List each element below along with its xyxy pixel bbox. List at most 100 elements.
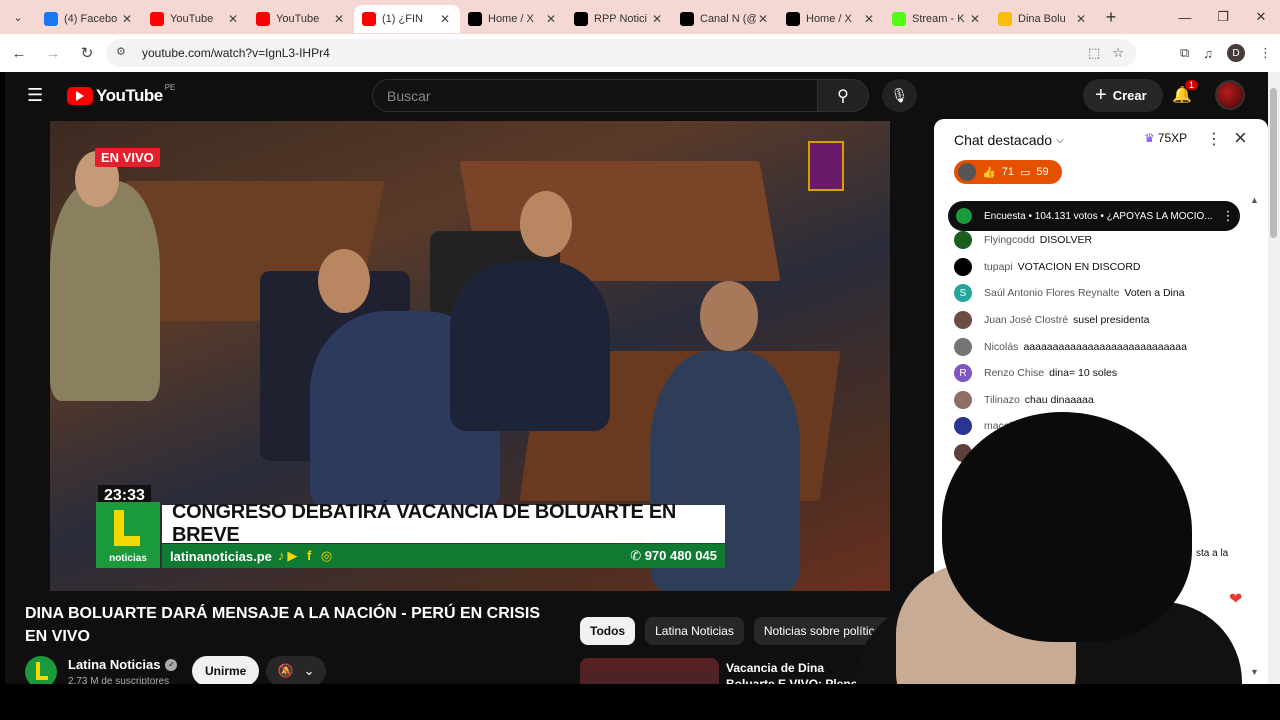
chat-author[interactable]: Saúl Antonio Flores Reynalte <box>984 287 1119 299</box>
minimize-icon[interactable]: — <box>1166 0 1204 34</box>
chat-message[interactable]: Flyingcodd DISOLVER <box>954 227 1244 254</box>
crown-icon: ♛ <box>1144 131 1155 145</box>
chat-author-avatar[interactable] <box>954 231 972 250</box>
browser-tab[interactable]: YouTube ✕ <box>142 5 248 33</box>
chat-author[interactable]: Tilinazo <box>984 394 1020 406</box>
recommendation-chips: Todos Latina Noticias Noticias sobre polít… <box>580 617 892 645</box>
browser-tab[interactable]: (4) Facebo ✕ <box>36 5 142 33</box>
search-input[interactable]: Buscar <box>372 79 818 112</box>
join-button[interactable]: Unirme <box>192 656 260 686</box>
chat-message[interactable]: Tilinazo chau dinaaaaa <box>954 387 1244 414</box>
filter-chip[interactable]: Todos <box>580 617 636 645</box>
close-tab-icon[interactable]: ✕ <box>120 12 134 26</box>
page-scrollbar[interactable] <box>1268 72 1280 684</box>
close-window-icon[interactable]: ✕ <box>1242 0 1280 34</box>
reload-button[interactable]: ↻ <box>72 38 102 68</box>
engagement-pill[interactable]: 👍 71 ▭ 59 <box>954 160 1062 184</box>
window-controls: — ❐ ✕ <box>1166 0 1280 34</box>
chat-author-avatar[interactable] <box>954 311 972 330</box>
browser-menu-icon[interactable]: ⋮ <box>1259 45 1272 61</box>
chat-author[interactable]: Nicolás <box>984 341 1018 353</box>
close-tab-icon[interactable]: ✕ <box>332 12 346 26</box>
hamburger-menu-icon[interactable]: ☰ <box>27 85 47 106</box>
account-avatar[interactable] <box>1215 80 1245 110</box>
voice-search-button[interactable]: 🎙 <box>882 79 917 112</box>
install-app-icon[interactable]: ⬚ <box>1088 45 1100 61</box>
plus-icon: + <box>1095 84 1107 106</box>
browser-tab[interactable]: RPP Notici ✕ <box>566 5 672 33</box>
chat-scroll-up-icon[interactable]: ▲ <box>1250 195 1259 205</box>
scene-head <box>318 249 370 313</box>
browser-tab[interactable]: (1) ¿FIN ✕ <box>354 5 460 33</box>
browser-tab[interactable]: Canal N (@ ✕ <box>672 5 778 33</box>
youtube-logo[interactable]: YouTube PE <box>67 83 175 106</box>
chevron-down-icon: ⌄ <box>303 663 315 678</box>
close-tab-icon[interactable]: ✕ <box>544 12 558 26</box>
chat-more-icon[interactable]: ⋮ <box>1206 129 1222 149</box>
forward-button[interactable]: → <box>38 38 68 68</box>
media-control-icon[interactable]: ♫ <box>1203 46 1213 61</box>
scene-person <box>50 181 160 401</box>
close-chat-icon[interactable]: × <box>1234 125 1247 151</box>
chat-message[interactable]: Nicolás aaaaaaaaaaaaaaaaaaaaaaaaaaaa <box>954 333 1244 360</box>
recommendation-thumbnail[interactable] <box>580 658 719 684</box>
comments-count: 59 <box>1036 166 1049 178</box>
close-tab-icon[interactable]: ✕ <box>650 12 664 26</box>
restore-icon[interactable]: ❐ <box>1204 0 1242 34</box>
chat-author-avatar[interactable]: S <box>954 284 972 303</box>
scrollbar-thumb[interactable] <box>1270 88 1277 238</box>
create-button[interactable]: + Crear <box>1083 79 1163 112</box>
recommendation-title[interactable]: Vacancia de Dina Boluarte E VIVO: Pleno … <box>726 660 876 684</box>
site-info-icon[interactable]: ⚙ <box>116 45 132 61</box>
chat-message[interactable]: S Saúl Antonio Flores Reynalte Voten a Din… <box>954 280 1244 307</box>
chat-author-avatar[interactable] <box>954 257 972 276</box>
browser-tab[interactable]: Dina Bolu ✕ <box>990 5 1096 33</box>
browser-tab[interactable]: Home / X ✕ <box>778 5 884 33</box>
filter-chip[interactable]: Latina Noticias <box>645 617 744 645</box>
back-button[interactable]: ← <box>4 38 34 68</box>
search-button[interactable]: ⚲ <box>817 79 869 112</box>
poll-more-icon[interactable]: ⋮ <box>1216 208 1240 224</box>
chat-message[interactable]: tupapi VOTACION EN DISCORD <box>954 254 1244 281</box>
webcam-overlay <box>856 412 1242 712</box>
bookmark-star-icon[interactable]: ☆ <box>1112 45 1124 61</box>
x-icon <box>680 12 694 26</box>
chat-author[interactable]: tupapi <box>984 261 1013 273</box>
close-tab-icon[interactable]: ✕ <box>862 12 876 26</box>
tab-search-button[interactable]: ⌄ <box>0 0 36 34</box>
extensions-icon[interactable]: ⧉ <box>1180 45 1189 61</box>
close-tab-icon[interactable]: ✕ <box>438 12 452 26</box>
chat-author-avatar[interactable] <box>954 390 972 409</box>
chat-author[interactable]: Juan José Clostré <box>984 314 1068 326</box>
chat-author-avatar[interactable] <box>954 337 972 356</box>
notifications-button[interactable]: 🔔 1 <box>1169 80 1199 108</box>
browser-tab[interactable]: Stream - K ✕ <box>884 5 990 33</box>
address-bar[interactable]: ⚙ youtube.com/watch?v=IgnL3-IHPr4 ⬚ ☆ <box>106 39 1136 67</box>
live-badge: EN VIVO <box>95 148 160 167</box>
chat-message[interactable]: R Renzo Chise dina= 10 soles <box>954 360 1244 387</box>
channel-name[interactable]: Latina Noticias ✓ <box>68 657 178 672</box>
subscription-notification-button[interactable]: 🔕 ⌄ <box>266 656 326 686</box>
close-tab-icon[interactable]: ✕ <box>226 12 240 26</box>
recommendation-item[interactable]: Vacancia de Dina Boluarte E VIVO: Pleno … <box>580 658 880 684</box>
poll-text: Encuesta • 104.131 votos • ¿APOYAS LA MO… <box>984 210 1213 222</box>
chat-message[interactable]: Juan José Clostré susel presidenta <box>954 307 1244 334</box>
video-player[interactable]: EN VIVO 23:33 noticias CONGRESO DEBATIRÁ… <box>50 121 890 591</box>
screen: ⌄ (4) Facebo ✕ YouTube ✕ YouTube ✕ (1) ¿FIN ✕ Ho… <box>0 0 1280 720</box>
chat-author[interactable]: Flyingcodd <box>984 234 1035 246</box>
browser-tab[interactable]: Home / X ✕ <box>460 5 566 33</box>
close-tab-icon[interactable]: ✕ <box>756 12 770 26</box>
google-icon <box>998 12 1012 26</box>
chat-header-label: Chat destacado <box>954 132 1053 148</box>
profile-avatar[interactable]: D <box>1227 44 1245 62</box>
chat-scroll-down-icon[interactable]: ▼ <box>1250 667 1259 677</box>
close-tab-icon[interactable]: ✕ <box>1074 12 1088 26</box>
xp-badge[interactable]: ♛ 75XP <box>1144 131 1187 145</box>
tab-list: (4) Facebo ✕ YouTube ✕ YouTube ✕ (1) ¿FIN ✕ Home… <box>36 1 1096 33</box>
browser-tab[interactable]: YouTube ✕ <box>248 5 354 33</box>
new-tab-button[interactable]: + <box>1096 7 1126 28</box>
chat-author-avatar[interactable]: R <box>954 364 972 383</box>
close-tab-icon[interactable]: ✕ <box>968 12 982 26</box>
chat-author[interactable]: Renzo Chise <box>984 367 1044 379</box>
thumbs-up-icon: 👍 <box>982 166 996 179</box>
